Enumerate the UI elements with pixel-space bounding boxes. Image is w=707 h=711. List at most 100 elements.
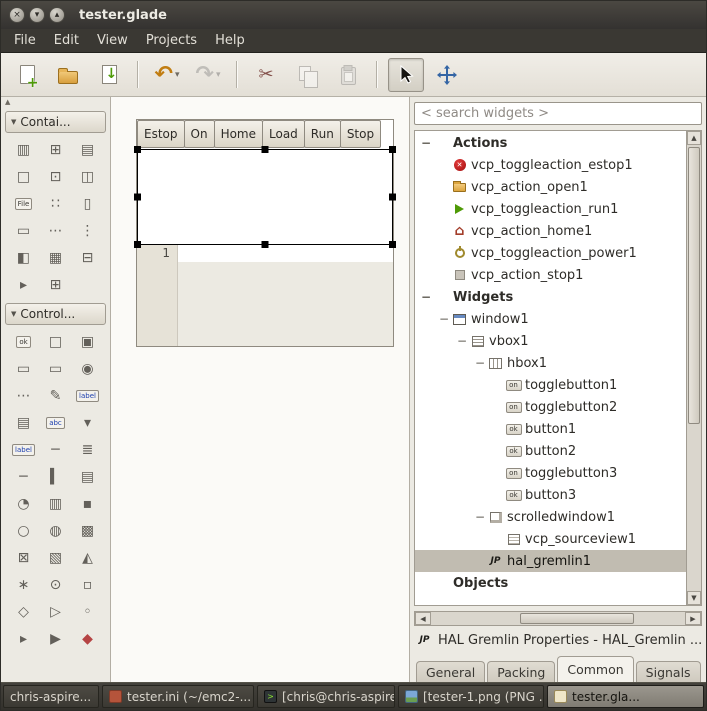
designed-window[interactable]: EstopOnHomeLoadRunStop 1 (136, 119, 394, 347)
designed-button-on[interactable]: On (184, 120, 215, 148)
tree-row-window1[interactable]: −window1 (415, 308, 686, 330)
palette-widget-icon[interactable]: ▫ (72, 572, 103, 598)
dropdown-arrow-icon[interactable]: ▾ (216, 70, 221, 80)
palette-widget-icon[interactable]: ▶ (40, 626, 71, 652)
save-project-button[interactable] (91, 58, 127, 92)
tree-row-togglebutton3[interactable]: ontogglebutton3 (415, 462, 686, 484)
taskbar-item-chris-aspire[interactable]: chris-aspire... (3, 685, 99, 708)
tree-row-vcp-sourceview1[interactable]: vcp_sourceview1 (415, 528, 686, 550)
tab-signals[interactable]: Signals (636, 661, 701, 682)
palette-widget-icon[interactable]: ✎ (40, 383, 71, 409)
palette-widget-icon[interactable]: ─ (8, 464, 39, 490)
palette-widget-icon[interactable]: ◆ (72, 626, 103, 652)
palette-widget-icon[interactable]: ∷ (40, 191, 71, 217)
palette-widget-icon[interactable]: ◫ (72, 164, 103, 190)
palette-section-control[interactable]: ▼Control... (5, 303, 106, 325)
palette-widget-icon[interactable]: ⋯ (8, 383, 39, 409)
scroll-left-arrow-icon[interactable]: ◀ (415, 612, 431, 625)
tree-row-hal-gremlin1[interactable]: JPhal_gremlin1 (415, 550, 686, 572)
palette-widget-icon[interactable]: ◔ (8, 491, 39, 517)
maximize-button[interactable]: ▴ (49, 7, 65, 23)
palette-widget-icon[interactable]: ▤ (72, 137, 103, 163)
redo-button[interactable]: ↷▾ (190, 58, 226, 92)
tree-row-vcp-action-stop1[interactable]: vcp_action_stop1 (415, 264, 686, 286)
tab-packing[interactable]: Packing (487, 661, 555, 682)
tree-row-togglebutton2[interactable]: ontogglebutton2 (415, 396, 686, 418)
palette-widget-icon[interactable]: ▪ (72, 491, 103, 517)
expander-icon[interactable]: − (437, 312, 451, 326)
palette-widget-icon[interactable]: ⊠ (8, 545, 39, 571)
palette-widget-icon[interactable]: ⊡ (40, 164, 71, 190)
taskbar-item-chris-chris-aspire[interactable]: >[chris@chris-aspire... (257, 685, 395, 708)
tree-row-vcp-action-home1[interactable]: ⌂vcp_action_home1 (415, 220, 686, 242)
menu-help[interactable]: Help (206, 30, 254, 51)
expander-icon[interactable]: − (473, 510, 487, 524)
palette-widget-icon[interactable]: ▾ (72, 410, 103, 436)
vertical-scroll-slider[interactable] (688, 147, 700, 424)
selection-handle-middle-right[interactable] (389, 194, 396, 201)
expander-icon[interactable]: − (419, 290, 433, 304)
tree-row-button1[interactable]: okbutton1 (415, 418, 686, 440)
selection-handle-bottom-right[interactable] (389, 241, 396, 248)
horizontal-scroll-slider[interactable] (520, 613, 634, 624)
palette-widget-icon[interactable]: ▩ (72, 518, 103, 544)
tree-row-hbox1[interactable]: −hbox1 (415, 352, 686, 374)
palette-widget-icon[interactable]: ⊟ (72, 245, 103, 271)
scroll-right-arrow-icon[interactable]: ▶ (685, 612, 701, 625)
expander-icon[interactable]: − (473, 356, 487, 370)
designed-button-stop[interactable]: Stop (340, 120, 381, 148)
selection-handle-bottom-left[interactable] (134, 241, 141, 248)
palette-widget-icon[interactable]: ⊞ (40, 137, 71, 163)
minimize-button[interactable]: ▾ (29, 7, 45, 23)
select-widgets-button[interactable] (388, 58, 424, 92)
palette-widget-icon[interactable]: ≣ (72, 437, 103, 463)
undo-button[interactable]: ↶▾ (149, 58, 185, 92)
palette-widget-icon[interactable]: ◭ (72, 545, 103, 571)
palette-widget-icon[interactable]: ▸ (8, 272, 39, 298)
copy-button[interactable] (289, 58, 325, 92)
menu-edit[interactable]: Edit (45, 30, 88, 51)
tree-row-actions[interactable]: −Actions (415, 132, 686, 154)
selection-handle-top-middle[interactable] (262, 146, 269, 153)
tree-row-vcp-toggleaction-power1[interactable]: vcp_toggleaction_power1 (415, 242, 686, 264)
palette-widget-icon[interactable]: ○ (8, 518, 39, 544)
palette-widget-icon[interactable]: ▤ (8, 410, 39, 436)
drag-resize-button[interactable] (429, 58, 465, 92)
vertical-scroll-trough[interactable] (687, 145, 701, 591)
palette-widget-icon[interactable]: ◇ (8, 599, 39, 625)
menu-file[interactable]: File (5, 30, 45, 51)
palette-widget-icon[interactable]: ▭ (8, 218, 39, 244)
tree-row-vcp-toggleaction-run1[interactable]: vcp_toggleaction_run1 (415, 198, 686, 220)
palette-widget-icon[interactable]: File (8, 191, 39, 217)
scroll-up-arrow-icon[interactable]: ▲ (687, 131, 701, 145)
close-button[interactable]: × (9, 7, 25, 23)
palette-widget-icon[interactable]: ▦ (40, 245, 71, 271)
palette-widget-icon[interactable]: □ (40, 329, 71, 355)
palette-widget-icon[interactable]: ◍ (40, 518, 71, 544)
palette-widget-icon[interactable]: ▭ (40, 356, 71, 382)
expander-icon[interactable]: − (455, 334, 469, 348)
tree-row-button3[interactable]: okbutton3 (415, 484, 686, 506)
horizontal-scroll-trough[interactable] (431, 612, 685, 625)
palette-widget-icon[interactable]: ⋯ (40, 218, 71, 244)
paste-button[interactable] (330, 58, 366, 92)
tree-horizontal-scrollbar[interactable]: ◀ ▶ (414, 611, 702, 626)
palette-widget-icon[interactable]: ▧ (40, 545, 71, 571)
palette-widget-icon[interactable]: abc (40, 410, 71, 436)
palette-widget-icon[interactable]: ▥ (8, 137, 39, 163)
taskbar-item-tester-1-png-png[interactable]: [tester-1.png (PNG ... (398, 685, 544, 708)
taskbar-item-tester-ini-emc2[interactable]: tester.ini (~/emc2-... (102, 685, 254, 708)
tree-row-togglebutton1[interactable]: ontogglebutton1 (415, 374, 686, 396)
selection-handle-top-right[interactable] (389, 146, 396, 153)
tab-general[interactable]: General (416, 661, 485, 682)
palette-widget-icon[interactable]: ◧ (8, 245, 39, 271)
widget-search-input[interactable] (414, 102, 702, 125)
designed-button-load[interactable]: Load (262, 120, 305, 148)
palette-section-contai[interactable]: ▼Contai... (5, 111, 106, 133)
designed-button-estop[interactable]: Estop (137, 120, 185, 148)
selection-handle-bottom-middle[interactable] (262, 241, 269, 248)
tab-common[interactable]: Common (557, 656, 633, 682)
palette-widget-icon[interactable]: ⋮ (72, 218, 103, 244)
palette-scroll-up-icon[interactable]: ▲ (1, 97, 110, 108)
tree-row-widgets[interactable]: −Widgets (415, 286, 686, 308)
